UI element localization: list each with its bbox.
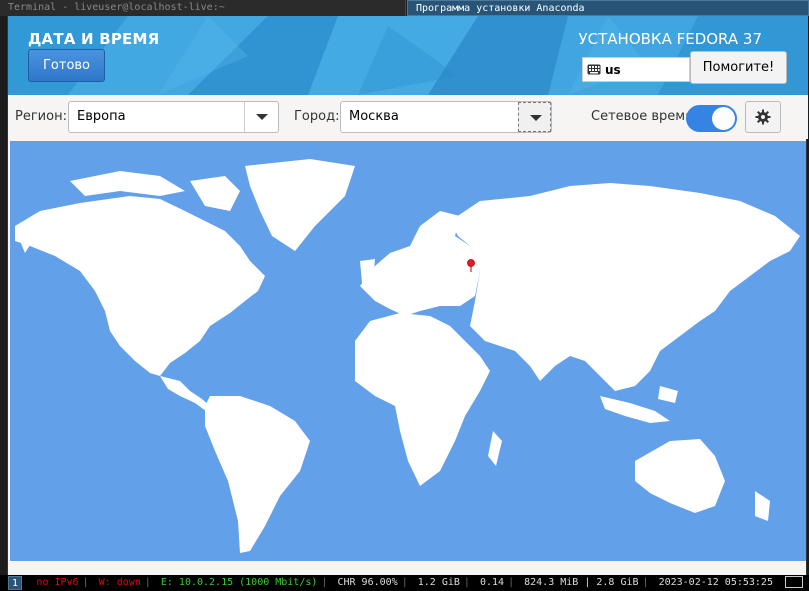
load-status: 0.14	[479, 577, 505, 588]
header-background-pattern	[8, 16, 808, 95]
battery-status: CHR 96.00%	[337, 577, 398, 588]
world-map[interactable]	[10, 141, 806, 561]
installer-window-tab[interactable]: Программа установки Anaconda	[407, 0, 809, 16]
ntp-settings-button[interactable]	[745, 101, 781, 133]
memory-status: 824.3 MiB | 2.8 GiB	[524, 577, 639, 588]
chevron-down-icon[interactable]	[518, 102, 551, 132]
ethernet-status: E: 10.0.2.15 (1000 Mbit/s)	[160, 577, 318, 588]
keyboard-layout-indicator[interactable]: us	[582, 57, 690, 82]
datetime-status: 2023-02-12 05:53:25	[658, 577, 773, 588]
city-combo[interactable]: Москва	[340, 101, 552, 133]
help-button[interactable]: Помогите!	[690, 51, 787, 84]
chevron-down-icon[interactable]	[244, 102, 278, 132]
keyboard-icon	[587, 64, 601, 75]
window-title-bar: Terminal - liveuser@localhost-live:~ Про…	[0, 0, 809, 16]
disk-status: 1.2 GiB	[417, 577, 460, 588]
city-label: Город:	[294, 109, 340, 124]
region-combo[interactable]: Европа	[68, 101, 279, 133]
workspace-button[interactable]: 1	[8, 576, 22, 590]
region-label: Регион:	[15, 109, 67, 124]
product-title: УСТАНОВКА FEDORA 37	[578, 30, 763, 48]
city-value: Москва	[349, 109, 399, 124]
ntp-toggle[interactable]	[686, 105, 737, 132]
wifi-status: W: down	[98, 577, 141, 588]
spoke-header: ДАТА И ВРЕМЯ Готово УСТАНОВКА FEDORA 37 …	[8, 16, 808, 95]
toggle-knob	[712, 107, 735, 130]
spoke-title: ДАТА И ВРЕМЯ	[28, 30, 160, 48]
ntp-label: Сетевое время	[591, 109, 693, 124]
timezone-controls: Регион: Европа Город: Москва Сетевое вре…	[8, 95, 808, 139]
anaconda-window: ДАТА И ВРЕМЯ Готово УСТАНОВКА FEDORA 37 …	[7, 16, 808, 575]
terminal-window-tab[interactable]: Terminal - liveuser@localhost-live:~	[0, 0, 406, 16]
done-button[interactable]: Готово	[28, 49, 105, 82]
system-status-bar: 1 no IPv6 | W: down | E: 10.0.2.15 (1000 M…	[0, 575, 809, 591]
keyboard-layout-label: us	[605, 63, 621, 77]
timezone-map[interactable]	[10, 141, 806, 561]
status-items: no IPv6 | W: down | E: 10.0.2.15 (1000 Mbi…	[34, 575, 803, 591]
tray-icon[interactable]	[785, 576, 803, 588]
region-value: Европа	[77, 109, 126, 124]
ipv6-status: no IPv6	[36, 577, 79, 588]
gear-icon	[755, 109, 771, 125]
